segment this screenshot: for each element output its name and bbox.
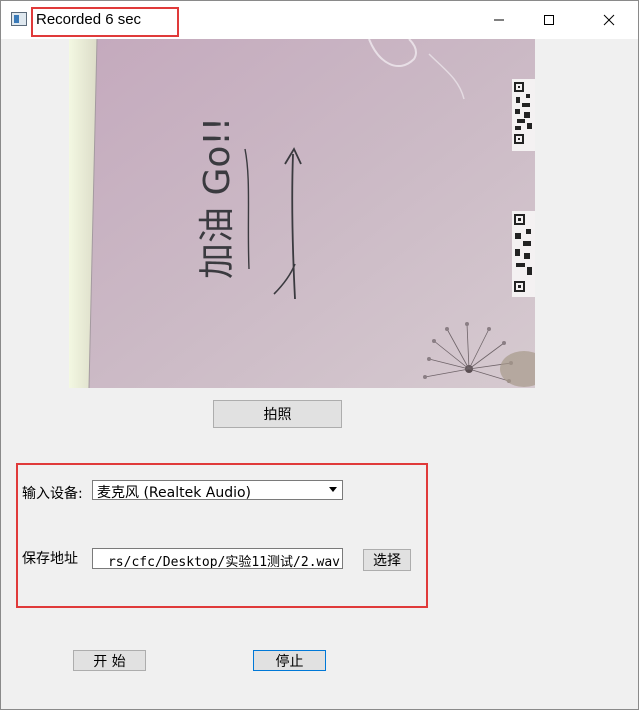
camera-preview: 加油 Go!! <box>69 39 535 388</box>
start-button[interactable]: 开 始 <box>73 650 146 671</box>
stop-button-label: 停止 <box>275 653 304 670</box>
handwriting-chinese: 加油 Go!! <box>197 117 238 279</box>
app-icon <box>11 12 27 26</box>
browse-button-label: 选择 <box>373 553 401 569</box>
start-button-label: 开 始 <box>93 653 126 670</box>
input-device-select[interactable]: 麦克风 (Realtek Audio) <box>92 480 343 501</box>
input-device-label: 输入设备: <box>22 486 83 502</box>
capture-button-label: 拍照 <box>263 407 292 423</box>
svg-text:加油 Go!!: 加油 Go!! <box>197 117 238 279</box>
title-bar[interactable]: Recorded 6 sec <box>1 1 638 39</box>
app-window: Recorded 6 sec 加油 Go!! 拍照 输入设备: 麦克风 (Rea… <box>0 0 639 710</box>
maximize-button[interactable] <box>526 1 572 39</box>
maximize-icon <box>544 15 554 25</box>
camera-image: 加油 Go!! <box>69 39 535 388</box>
input-device-value: 麦克风 (Realtek Audio) <box>97 485 252 501</box>
close-button[interactable] <box>586 1 632 39</box>
minimize-icon <box>494 19 504 21</box>
stop-button[interactable]: 停止 <box>253 650 326 671</box>
minimize-button[interactable] <box>476 1 522 39</box>
chevron-down-icon[interactable] <box>329 487 337 492</box>
save-path-input[interactable]: rs/cfc/Desktop/实验11测试/2.wav <box>92 548 343 569</box>
qr-code-top <box>512 79 535 151</box>
title-annotation-box <box>31 7 179 37</box>
save-path-label: 保存地址 <box>22 551 78 567</box>
close-icon <box>603 14 615 26</box>
save-path-value: rs/cfc/Desktop/实验11测试/2.wav <box>107 555 340 569</box>
capture-button[interactable]: 拍照 <box>213 400 342 428</box>
qr-code-bottom <box>512 211 535 297</box>
browse-button[interactable]: 选择 <box>363 549 411 571</box>
